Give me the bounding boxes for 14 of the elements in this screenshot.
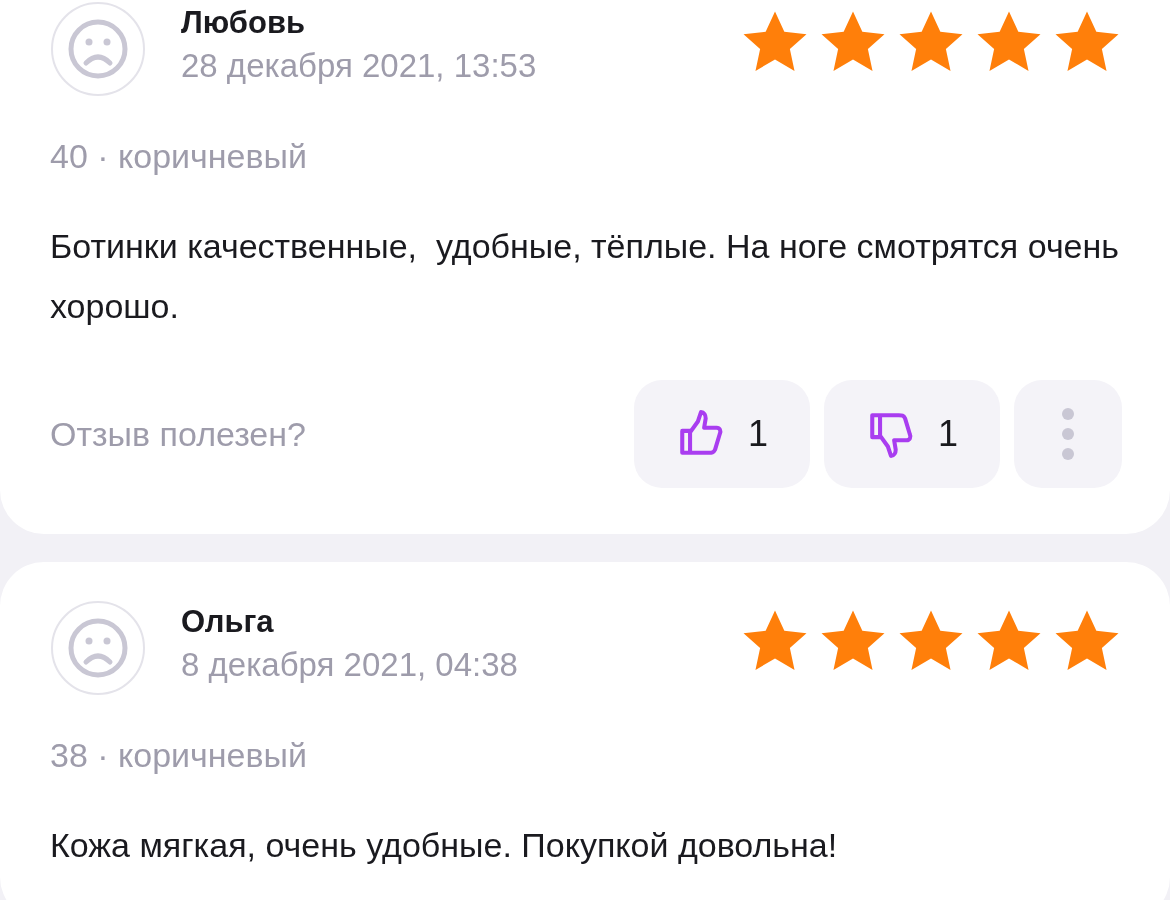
like-button[interactable]: 1 bbox=[634, 380, 810, 488]
review-text: Ботинки качественные, удобные, тёплые. На ноге смотрятся очень хорошо. bbox=[50, 226, 1120, 327]
product-variant: 38 · коричневый bbox=[50, 736, 308, 775]
product-variant: 40 · коричневый bbox=[50, 137, 308, 176]
more-button[interactable] bbox=[1014, 380, 1122, 488]
author-name: Ольга bbox=[181, 603, 275, 641]
author-name: Любовь bbox=[181, 4, 306, 42]
helpful-prompt: Отзыв полезен? bbox=[50, 414, 306, 454]
more-icon bbox=[1061, 407, 1075, 461]
review-date: 8 декабря 2021, 04:38 bbox=[181, 645, 518, 685]
dislike-button[interactable]: 1 bbox=[824, 380, 1000, 488]
review-date: 28 декабря 2021, 13:53 bbox=[181, 46, 537, 86]
review-text: Кожа мягкая, очень удобные. Покупкой довольна! bbox=[50, 825, 839, 866]
sad-face-avatar-icon bbox=[50, 600, 146, 696]
